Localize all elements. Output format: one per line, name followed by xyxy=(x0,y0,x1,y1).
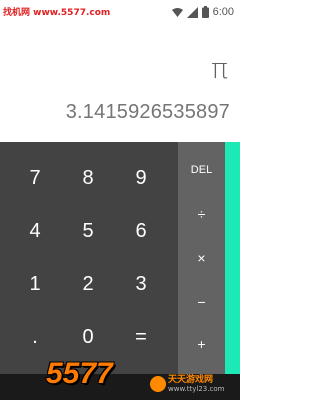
signal-icon xyxy=(186,6,198,18)
result-field: 3.1415926535897 xyxy=(65,101,230,123)
wifi-icon xyxy=(171,7,183,17)
watermark-text: 找机网 www.5577.com xyxy=(3,8,111,18)
advanced-panel-handle[interactable] xyxy=(225,142,240,374)
multiply-button[interactable]: × xyxy=(178,236,225,280)
formula-field[interactable]: π xyxy=(211,52,228,85)
status-icons: 6:00 xyxy=(171,4,234,20)
digit-4-button[interactable]: 4 xyxy=(8,205,62,257)
operator-panel: DEL ÷ × − + xyxy=(178,142,225,374)
digit-8-button[interactable]: 8 xyxy=(61,152,115,204)
watermark-brand: 5577 xyxy=(46,357,113,390)
subtract-button[interactable]: − xyxy=(178,280,225,324)
digit-6-button[interactable]: 6 xyxy=(114,205,168,257)
clock: 6:00 xyxy=(212,6,234,18)
decimal-point-button[interactable]: . xyxy=(8,311,62,363)
calculator-display: π 3.1415926535897 xyxy=(0,24,240,142)
watermark-logo-icon xyxy=(150,376,166,392)
digit-5-button[interactable]: 5 xyxy=(61,205,115,257)
digit-2-button[interactable]: 2 xyxy=(61,258,115,310)
add-button[interactable]: + xyxy=(178,322,225,366)
equals-button[interactable]: = xyxy=(114,311,168,363)
battery-icon xyxy=(201,6,209,18)
digit-0-button[interactable]: 0 xyxy=(61,311,115,363)
digit-1-button[interactable]: 1 xyxy=(8,258,62,310)
numeric-keypad: 7 8 9 4 5 6 1 2 3 . 0 = xyxy=(0,142,178,374)
watermark-site-url: www.ttyl23.com xyxy=(168,385,225,393)
watermark-site-name: 天天游戏网 xyxy=(168,375,214,385)
status-bar: 找机网 www.5577.com 6:00 xyxy=(0,0,240,24)
digit-3-button[interactable]: 3 xyxy=(114,258,168,310)
delete-button[interactable]: DEL xyxy=(178,148,225,192)
digit-7-button[interactable]: 7 xyxy=(8,152,62,204)
digit-9-button[interactable]: 9 xyxy=(114,152,168,204)
divide-button[interactable]: ÷ xyxy=(178,192,225,236)
